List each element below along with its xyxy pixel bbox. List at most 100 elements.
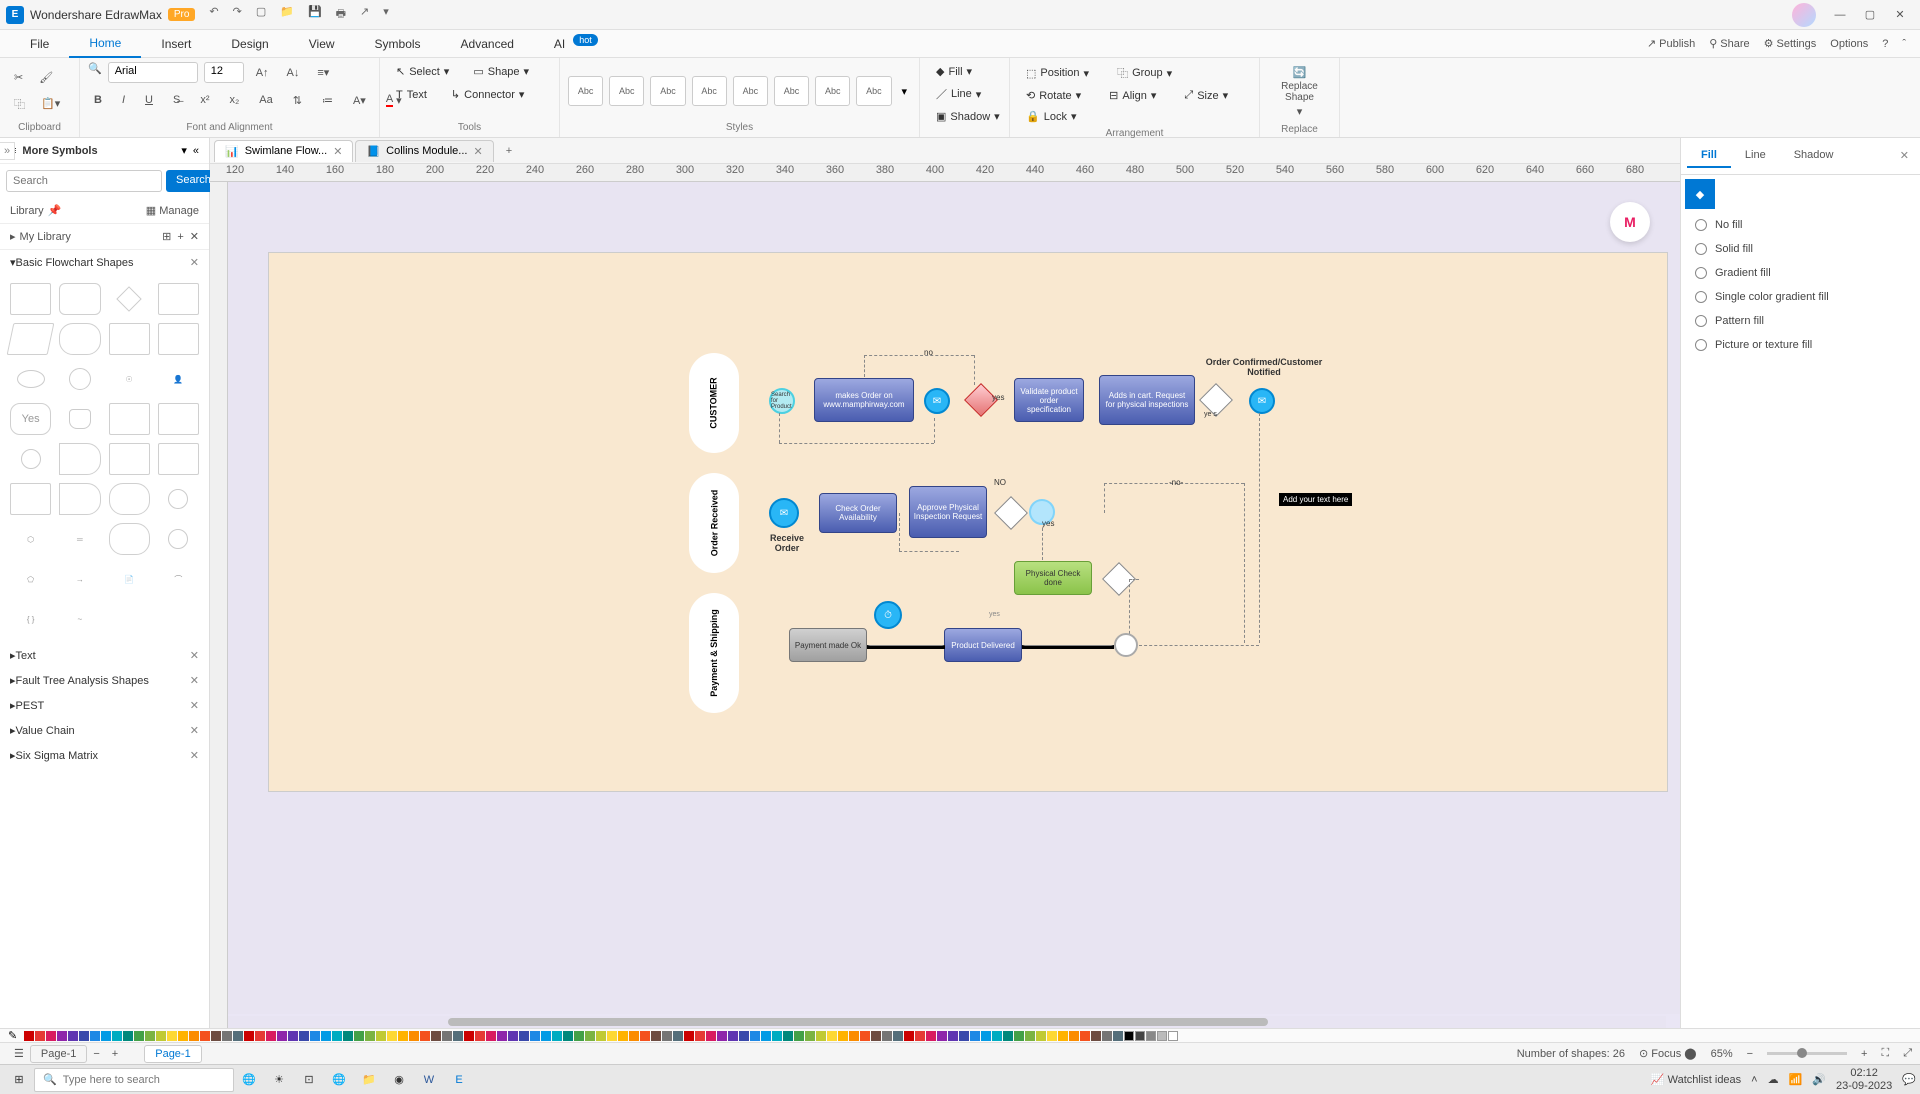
- superscript-icon[interactable]: x²: [194, 89, 215, 111]
- node-validate[interactable]: Validate product order specification: [1014, 378, 1084, 422]
- align-menu[interactable]: ⊟ Align▾: [1101, 86, 1164, 105]
- section-pest[interactable]: ▸ PEST✕: [0, 693, 209, 718]
- remove-page-icon[interactable]: −: [87, 1044, 105, 1064]
- color-swatch[interactable]: [684, 1031, 694, 1041]
- copy-icon[interactable]: ⿻: [8, 92, 31, 116]
- expand-panel-icon[interactable]: »: [0, 142, 15, 160]
- color-swatch[interactable]: [222, 1031, 232, 1041]
- color-swatch[interactable]: [354, 1031, 364, 1041]
- horizontal-scrollbar[interactable]: [448, 1018, 1268, 1026]
- color-swatch[interactable]: [79, 1031, 89, 1041]
- strike-icon[interactable]: S̶: [167, 89, 186, 111]
- shape-internal[interactable]: [158, 403, 199, 435]
- color-swatch[interactable]: [277, 1031, 287, 1041]
- color-swatch[interactable]: [761, 1031, 771, 1041]
- find-font-icon[interactable]: 🔍: [88, 62, 102, 83]
- color-swatch[interactable]: [442, 1031, 452, 1041]
- color-swatch[interactable]: [343, 1031, 353, 1041]
- zoom-in-icon[interactable]: +: [1861, 1048, 1867, 1060]
- shape-annotation[interactable]: 📄: [109, 563, 150, 595]
- settings-button[interactable]: ⚙ Settings: [1764, 37, 1817, 50]
- fullscreen-icon[interactable]: ⤢: [1903, 1047, 1912, 1060]
- color-swatch[interactable]: [970, 1031, 980, 1041]
- shape-terminator[interactable]: [109, 523, 150, 555]
- shape-rounded-rect[interactable]: [59, 283, 100, 315]
- fill-opt-none[interactable]: No fill: [1681, 213, 1920, 237]
- shape-display[interactable]: [158, 443, 199, 475]
- library-label[interactable]: Library: [10, 205, 44, 217]
- color-swatch[interactable]: [112, 1031, 122, 1041]
- connector-tool[interactable]: ↳ Connector ▾: [443, 85, 533, 104]
- color-swatch[interactable]: [145, 1031, 155, 1041]
- color-swatch[interactable]: [332, 1031, 342, 1041]
- align-menu-icon[interactable]: ≡▾: [311, 62, 335, 83]
- shape-circle[interactable]: [59, 363, 100, 395]
- menu-view[interactable]: View: [289, 31, 355, 57]
- color-swatch[interactable]: [167, 1031, 177, 1041]
- print-icon[interactable]: 🖶: [336, 5, 346, 24]
- color-swatch[interactable]: [706, 1031, 716, 1041]
- fill-opt-picture[interactable]: Picture or texture fill: [1681, 333, 1920, 357]
- color-swatch[interactable]: [893, 1031, 903, 1041]
- node-approve-inspection[interactable]: Approve Physical Inspection Request: [909, 486, 987, 538]
- style-thumb-3[interactable]: Abc: [692, 76, 727, 106]
- node-physical-check[interactable]: Physical Check done: [1014, 561, 1092, 595]
- color-swatch[interactable]: [882, 1031, 892, 1041]
- color-swatch[interactable]: [464, 1031, 474, 1041]
- font-size-select[interactable]: 12: [204, 62, 244, 83]
- add-tab-button[interactable]: +: [496, 141, 522, 161]
- fill-opt-solid[interactable]: Solid fill: [1681, 237, 1920, 261]
- color-swatch[interactable]: [849, 1031, 859, 1041]
- rotate-menu[interactable]: ⟲ Rotate▾: [1018, 86, 1089, 105]
- color-swatch[interactable]: [640, 1031, 650, 1041]
- color-swatch[interactable]: [981, 1031, 991, 1041]
- color-swatch[interactable]: [387, 1031, 397, 1041]
- shape-stored[interactable]: [158, 323, 199, 355]
- color-swatch[interactable]: [46, 1031, 56, 1041]
- shape-ellipse[interactable]: [10, 363, 51, 395]
- shape-stick-figure[interactable]: ☉: [109, 363, 150, 395]
- menu-file[interactable]: File: [10, 31, 69, 57]
- color-swatch[interactable]: [695, 1031, 705, 1041]
- shape-database[interactable]: [59, 403, 100, 435]
- color-swatch[interactable]: [794, 1031, 804, 1041]
- increase-font-icon[interactable]: A↑: [250, 62, 275, 83]
- page-select[interactable]: Page-1: [30, 1045, 87, 1063]
- doc-tab-collins[interactable]: 📘 Collins Module... ✕: [355, 140, 493, 162]
- color-swatch[interactable]: [1036, 1031, 1046, 1041]
- color-swatch[interactable]: [926, 1031, 936, 1041]
- event-receive-order[interactable]: ✉: [769, 498, 799, 528]
- decrease-font-icon[interactable]: A↓: [281, 62, 306, 83]
- shape-pill[interactable]: [59, 323, 100, 355]
- color-swatch[interactable]: [673, 1031, 683, 1041]
- gray-swatch[interactable]: [1157, 1031, 1167, 1041]
- color-swatch[interactable]: [1069, 1031, 1079, 1041]
- my-library-label[interactable]: My Library: [20, 231, 71, 243]
- color-swatch[interactable]: [871, 1031, 881, 1041]
- manage-link[interactable]: ▦ Manage: [146, 204, 199, 217]
- color-swatch[interactable]: [838, 1031, 848, 1041]
- color-swatch[interactable]: [1058, 1031, 1068, 1041]
- color-swatch[interactable]: [398, 1031, 408, 1041]
- color-swatch[interactable]: [827, 1031, 837, 1041]
- color-swatch[interactable]: [101, 1031, 111, 1041]
- new-lib-icon[interactable]: ⊞: [162, 230, 171, 243]
- tab-fill[interactable]: Fill: [1687, 144, 1731, 168]
- close-panel-icon[interactable]: ✕: [1895, 144, 1914, 168]
- shape-offpage[interactable]: ⬠: [10, 563, 51, 595]
- color-swatch[interactable]: [244, 1031, 254, 1041]
- color-swatch[interactable]: [310, 1031, 320, 1041]
- color-swatch[interactable]: [596, 1031, 606, 1041]
- color-swatch[interactable]: [453, 1031, 463, 1041]
- close-lib-icon[interactable]: ✕: [190, 230, 199, 243]
- shape-manual-op[interactable]: [10, 483, 51, 515]
- shape-yes[interactable]: Yes: [10, 403, 51, 435]
- redo-icon[interactable]: ↷: [233, 5, 242, 24]
- close-section-icon[interactable]: ✕: [190, 256, 199, 269]
- zoom-slider[interactable]: [1797, 1048, 1807, 1058]
- qat-more-icon[interactable]: ▾: [383, 5, 389, 24]
- shape-tool[interactable]: ▭ Shape ▾: [465, 62, 537, 81]
- minimize-button[interactable]: —: [1826, 4, 1854, 26]
- maximize-button[interactable]: ▢: [1856, 4, 1884, 26]
- color-swatch[interactable]: [541, 1031, 551, 1041]
